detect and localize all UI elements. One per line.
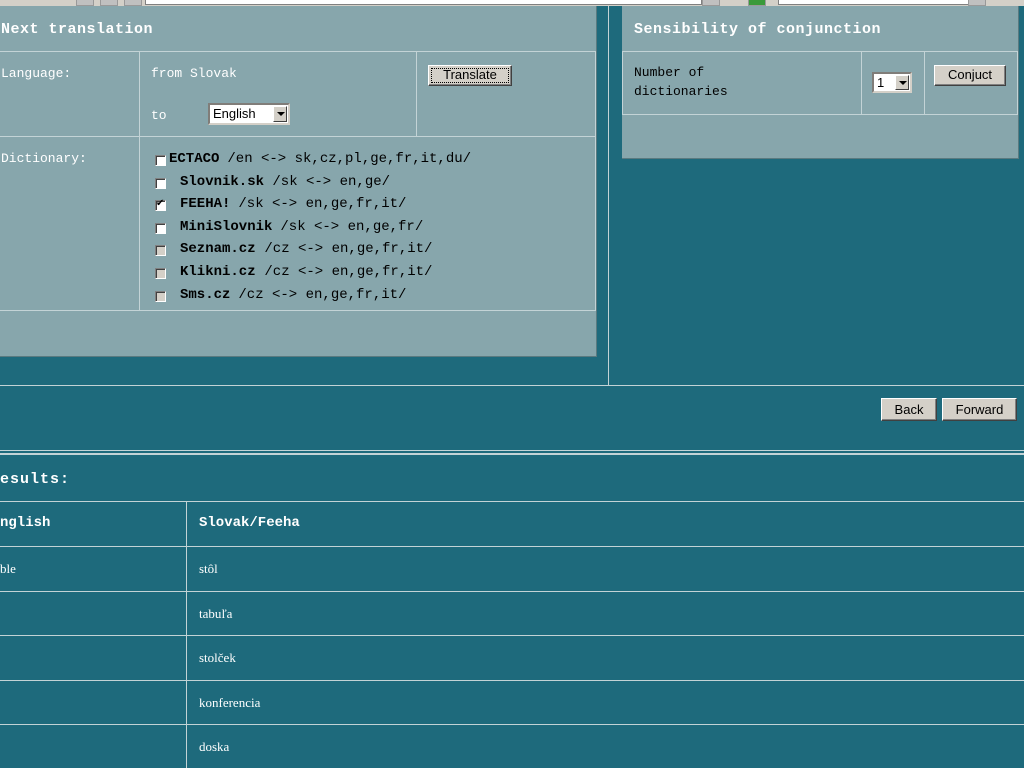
dictionary-description: /sk <-> en,ge,fr,it/ bbox=[230, 196, 407, 213]
dictionary-label: Dictionary: bbox=[1, 151, 87, 166]
column-header-english: nglish bbox=[0, 515, 51, 531]
dictionary-description: /cz <-> en,ge,fr,it/ bbox=[230, 286, 407, 303]
table-row: tabuľa bbox=[0, 591, 1024, 635]
table-row: konferencia bbox=[0, 680, 1024, 724]
slovak-cell: stôl bbox=[199, 561, 218, 576]
dictionary-description: /sk <-> en,ge/ bbox=[264, 173, 391, 190]
translate-button[interactable]: Translate bbox=[428, 65, 512, 86]
dictionary-name[interactable]: Slovnik.sk bbox=[180, 174, 264, 190]
language-label: Language: bbox=[1, 66, 72, 81]
dictionary-item: FEEHA! /sk <-> en,ge,fr,it/ bbox=[155, 196, 585, 216]
dictionary-name[interactable]: Sms.cz bbox=[180, 287, 230, 303]
dictionary-name[interactable]: MiniSlovnik bbox=[180, 219, 272, 235]
conjunct-button[interactable]: Conjuct bbox=[934, 65, 1006, 86]
back-button[interactable]: Back bbox=[881, 398, 937, 421]
search-bar[interactable] bbox=[778, 0, 970, 5]
dictionary-checkbox[interactable] bbox=[155, 245, 166, 257]
slovak-cell: doska bbox=[199, 739, 230, 755]
chevron-down-icon[interactable] bbox=[895, 75, 909, 90]
dictionary-name[interactable]: FEEHA! bbox=[180, 196, 230, 212]
table-row: ble stôl bbox=[0, 546, 1024, 590]
dictionary-checkbox[interactable] bbox=[155, 290, 166, 302]
dictionary-item: ECTACO /en <-> sk,cz,pl,ge,fr,it,du/ bbox=[155, 151, 585, 171]
number-of-dictionaries-select[interactable]: 1 bbox=[872, 72, 912, 93]
from-language-label: from Slovak bbox=[151, 66, 237, 81]
dictionary-checkbox[interactable] bbox=[155, 198, 166, 212]
number-of-dictionaries-label: Number of bbox=[634, 65, 705, 80]
english-cell: ble bbox=[0, 561, 16, 576]
number-of-dictionaries-label-2: dictionaries bbox=[634, 84, 728, 99]
slovak-cell: stolček bbox=[199, 650, 236, 666]
dictionary-checkbox[interactable] bbox=[155, 268, 166, 279]
slovak-cell: konferencia bbox=[199, 694, 261, 710]
dictionary-item: Sms.cz /cz <-> en,ge,fr,it/ bbox=[155, 287, 585, 307]
table-row: stolček bbox=[0, 635, 1024, 679]
address-bar[interactable] bbox=[145, 0, 702, 5]
dictionary-name[interactable]: Klikni.cz bbox=[180, 264, 256, 280]
dictionary-description: /en <-> sk,cz,pl,ge,fr,it,du/ bbox=[219, 151, 472, 167]
dictionary-name[interactable]: ECTACO bbox=[169, 151, 219, 167]
column-divider bbox=[608, 6, 609, 386]
column-header-slovak: Slovak/Feeha bbox=[199, 515, 300, 531]
dictionary-item: Klikni.cz /cz <-> en,ge,fr,it/ bbox=[155, 264, 585, 284]
conjunction-title: Sensibility of conjunction bbox=[634, 21, 882, 38]
dictionary-name[interactable]: Seznam.cz bbox=[180, 241, 256, 257]
chevron-down-icon[interactable] bbox=[273, 106, 287, 122]
section-divider bbox=[0, 385, 1024, 386]
results-divider bbox=[0, 450, 1024, 451]
dictionary-checkbox[interactable] bbox=[155, 177, 166, 189]
conjunction-panel: Sensibility of conjunction Number of dic… bbox=[622, 6, 1019, 159]
results-divider-2 bbox=[0, 453, 1024, 455]
table-row: doska bbox=[0, 724, 1024, 768]
target-language-select[interactable]: English bbox=[208, 103, 290, 125]
dictionary-checkbox[interactable] bbox=[155, 155, 166, 166]
dictionary-item: Slovnik.sk /sk <-> en,ge/ bbox=[155, 174, 585, 194]
dictionary-item: Seznam.cz /cz <-> en,ge,fr,it/ bbox=[155, 241, 585, 261]
slovak-cell: tabuľa bbox=[199, 605, 233, 621]
forward-button[interactable]: Forward bbox=[942, 398, 1017, 421]
dictionary-description: /sk <-> en,ge,fr/ bbox=[272, 218, 424, 235]
results-header-line bbox=[0, 501, 1024, 502]
dictionary-description: /cz <-> en,ge,fr,it/ bbox=[256, 264, 433, 280]
dictionary-checkbox[interactable] bbox=[155, 222, 166, 234]
to-label: to bbox=[151, 108, 167, 123]
dictionary-list: ECTACO /en <-> sk,cz,pl,ge,fr,it,du/Slov… bbox=[155, 151, 585, 306]
dictionary-item: MiniSlovnik /sk <-> en,ge,fr/ bbox=[155, 219, 585, 239]
next-translation-title: Next translation bbox=[1, 21, 154, 38]
results-title: esults: bbox=[0, 471, 71, 488]
next-translation-panel: Next translation Language: from Slovak t… bbox=[0, 6, 597, 357]
dictionary-description: /cz <-> en,ge,fr,it/ bbox=[256, 241, 433, 258]
